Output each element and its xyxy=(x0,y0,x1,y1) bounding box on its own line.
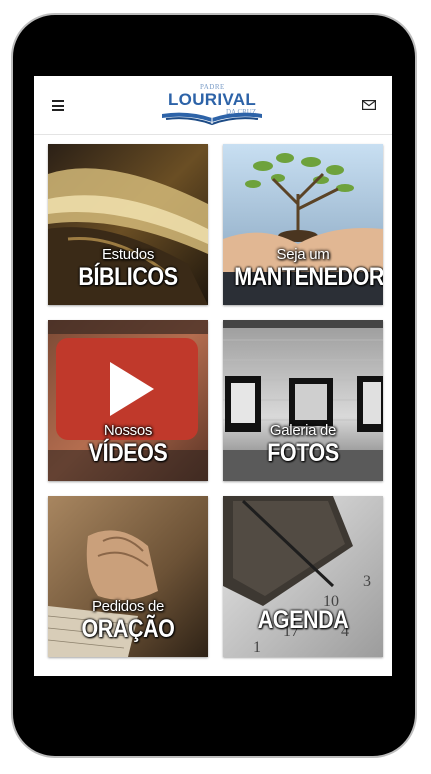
tile-label: AGENDA xyxy=(223,606,383,635)
app-screen: PADRE LOURIVAL DA CRUZ Estudos BÍBLICOS … xyxy=(34,76,392,676)
tile-label: Pedidos de ORAÇÃO xyxy=(48,598,208,644)
tile-label: Estudos BÍBLICOS xyxy=(48,246,208,292)
tile-nossos-videos[interactable]: Nossos VÍDEOS xyxy=(48,320,208,481)
logo-name: LOURIVAL xyxy=(168,90,257,109)
tile-pedidos-oracao[interactable]: Pedidos de ORAÇÃO xyxy=(48,496,208,657)
tile-title: ORAÇÃO xyxy=(81,615,175,643)
tile-subtitle: Galeria de xyxy=(269,422,337,439)
tile-agenda[interactable]: 10 17 4 31 AGENDA xyxy=(223,496,383,657)
svg-text:1: 1 xyxy=(253,639,261,656)
tile-title: BÍBLICOS xyxy=(78,263,178,291)
header-bar: PADRE LOURIVAL DA CRUZ xyxy=(34,76,392,135)
tile-label: Seja um MANTENEDOR xyxy=(223,246,383,292)
tile-subtitle: Pedidos de xyxy=(91,598,165,615)
tile-title: MANTENEDOR xyxy=(234,263,383,291)
tile-label: Galeria de FOTOS xyxy=(223,422,383,468)
hamburger-icon[interactable] xyxy=(52,100,64,111)
tile-galeria-fotos[interactable]: Galeria de FOTOS xyxy=(223,320,383,481)
tile-estudos-biblicos[interactable]: Estudos BÍBLICOS xyxy=(48,144,208,305)
tile-subtitle: Nossos xyxy=(103,422,153,439)
tile-title: AGENDA xyxy=(257,606,349,634)
tile-title: VÍDEOS xyxy=(88,439,168,467)
tile-title: FOTOS xyxy=(267,439,339,467)
tile-seja-mantenedor[interactable]: Seja um MANTENEDOR xyxy=(223,144,383,305)
svg-text:3: 3 xyxy=(363,573,371,590)
site-logo[interactable]: PADRE LOURIVAL DA CRUZ xyxy=(160,83,264,127)
tile-subtitle: Estudos xyxy=(101,246,155,263)
tile-label: Nossos VÍDEOS xyxy=(48,422,208,468)
open-book-icon xyxy=(162,112,262,126)
envelope-icon[interactable] xyxy=(362,100,376,110)
tile-subtitle: Seja um xyxy=(276,246,330,263)
